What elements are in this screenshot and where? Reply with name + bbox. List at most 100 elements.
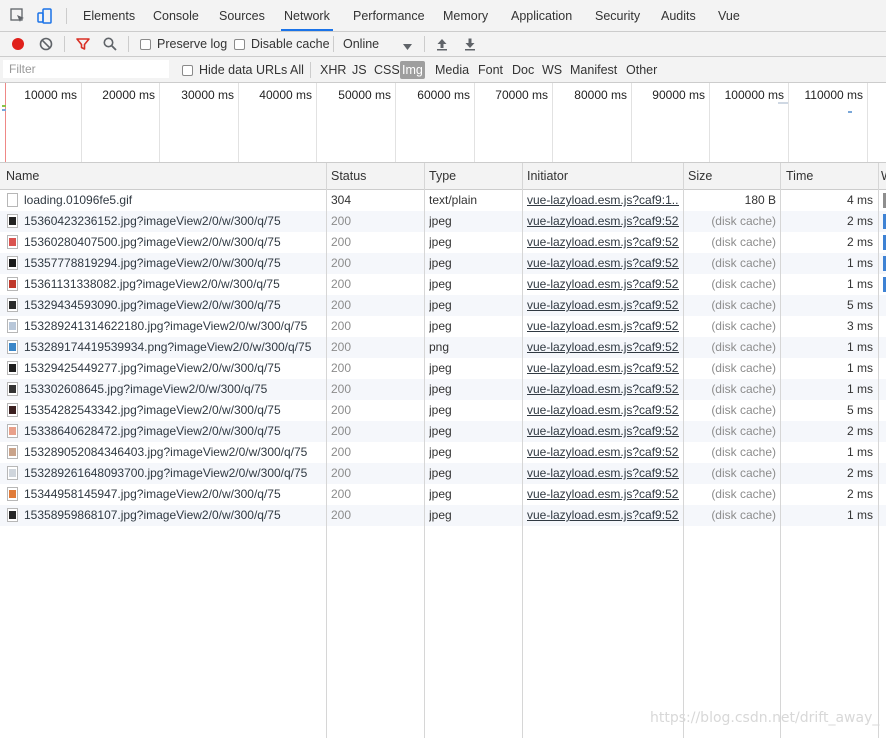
column-header-type[interactable]: Type <box>429 163 519 189</box>
table-row[interactable]: 15360423236152.jpg?imageView2/0/w/300/q/… <box>0 211 886 232</box>
checkbox-box[interactable] <box>140 38 151 50</box>
tab-network[interactable]: Network <box>281 0 333 31</box>
export-har-icon[interactable] <box>462 36 478 52</box>
table-row[interactable]: 153289174419539934.png?imageView2/0/w/30… <box>0 337 886 358</box>
image-thumbnail-icon <box>7 235 18 249</box>
table-row[interactable]: 153302608645.jpg?imageView2/0/w/300/q/75… <box>0 379 886 400</box>
column-divider[interactable] <box>522 163 523 738</box>
checkbox-box[interactable] <box>234 38 245 50</box>
search-icon[interactable] <box>102 36 118 52</box>
column-divider[interactable] <box>780 163 781 738</box>
column-header-initiator[interactable]: Initiator <box>527 163 679 189</box>
request-initiator-link[interactable]: vue-lazyload.esm.js?caf9:529 <box>527 400 679 421</box>
table-row[interactable]: loading.01096fe5.gif 304 text/plain vue-laz… <box>0 190 886 211</box>
request-type: jpeg <box>429 214 452 228</box>
request-initiator-link[interactable]: vue-lazyload.esm.js?caf9:529 <box>527 232 679 253</box>
filter-type-all[interactable]: All <box>288 61 306 79</box>
request-initiator-link[interactable]: vue-lazyload.esm.js?caf9:529 <box>527 379 679 400</box>
timeline-label: 40000 ms <box>259 88 312 102</box>
filter-icon[interactable] <box>75 36 91 52</box>
column-header-name[interactable]: Name <box>6 163 324 189</box>
request-initiator-link[interactable]: vue-lazyload.esm.js?caf9:529 <box>527 505 679 526</box>
device-toolbar-icon[interactable] <box>36 7 54 25</box>
filter-type-css[interactable]: CSS <box>372 61 402 79</box>
timeline-gridline <box>631 83 632 162</box>
table-row[interactable]: 15329425449277.jpg?imageView2/0/w/300/q/… <box>0 358 886 379</box>
filter-input[interactable] <box>3 60 169 78</box>
request-initiator-link[interactable]: vue-lazyload.esm.js?caf9:529 <box>527 442 679 463</box>
tab-security[interactable]: Security <box>595 0 640 31</box>
request-size: 180 B <box>744 193 776 207</box>
request-status: 304 <box>331 193 352 207</box>
tab-vue[interactable]: Vue <box>718 0 740 31</box>
disable-cache-checkbox[interactable]: Disable cache <box>234 32 330 56</box>
filter-type-media[interactable]: Media <box>433 61 471 79</box>
clear-icon[interactable] <box>38 36 54 52</box>
timeline-label: 70000 ms <box>495 88 548 102</box>
table-row[interactable]: 15329434593090.jpg?imageView2/0/w/300/q/… <box>0 295 886 316</box>
tab-performance[interactable]: Performance <box>353 0 425 31</box>
request-initiator-link[interactable]: vue-lazyload.esm.js?caf9:529 <box>527 421 679 442</box>
tab-application[interactable]: Application <box>511 0 572 31</box>
table-row[interactable]: 15360280407500.jpg?imageView2/0/w/300/q/… <box>0 232 886 253</box>
table-row[interactable]: 15344958145947.jpg?imageView2/0/w/300/q/… <box>0 484 886 505</box>
timeline-gridline <box>867 83 868 162</box>
table-row[interactable]: 15338640628472.jpg?imageView2/0/w/300/q/… <box>0 421 886 442</box>
table-row[interactable]: 153289052084346403.jpg?imageView2/0/w/30… <box>0 442 886 463</box>
request-initiator-link[interactable]: vue-lazyload.esm.js?caf9:529 <box>527 463 679 484</box>
tab-console[interactable]: Console <box>153 0 199 31</box>
column-header-size[interactable]: Size <box>688 163 778 189</box>
request-initiator-link[interactable]: vue-lazyload.esm.js?caf9:529 <box>527 484 679 505</box>
hide-data-urls-checkbox[interactable]: Hide data URLs <box>182 57 287 83</box>
column-divider[interactable] <box>878 163 879 738</box>
filter-type-xhr[interactable]: XHR <box>318 61 348 79</box>
request-initiator-link[interactable]: vue-lazyload.esm.js?caf9:1... <box>527 190 679 211</box>
filter-type-manifest[interactable]: Manifest <box>568 61 619 79</box>
request-size: (disk cache) <box>711 382 776 396</box>
image-thumbnail-icon <box>7 403 18 417</box>
column-divider[interactable] <box>683 163 684 738</box>
filter-type-img[interactable]: Img <box>400 61 425 79</box>
throttling-select[interactable]: Online <box>343 32 415 56</box>
request-initiator-link[interactable]: vue-lazyload.esm.js?caf9:529 <box>527 274 679 295</box>
timeline-label: 10000 ms <box>24 88 77 102</box>
request-initiator-link[interactable]: vue-lazyload.esm.js?caf9:529 <box>527 316 679 337</box>
table-row[interactable]: 15354282543342.jpg?imageView2/0/w/300/q/… <box>0 400 886 421</box>
tab-elements[interactable]: Elements <box>83 0 135 31</box>
tab-sources[interactable]: Sources <box>219 0 265 31</box>
request-time: 1 ms <box>846 361 873 375</box>
record-icon[interactable] <box>10 36 26 52</box>
table-row[interactable]: 15357778819294.jpg?imageView2/0/w/300/q/… <box>0 253 886 274</box>
tab-audits[interactable]: Audits <box>661 0 696 31</box>
load-event-line <box>5 83 6 162</box>
request-bar <box>2 109 6 111</box>
request-initiator-link[interactable]: vue-lazyload.esm.js?caf9:529 <box>527 337 679 358</box>
table-row[interactable]: 153289261648093700.jpg?imageView2/0/w/30… <box>0 463 886 484</box>
request-name: 153289241314622180.jpg?imageView2/0/w/30… <box>24 319 308 333</box>
import-har-icon[interactable] <box>434 36 450 52</box>
filter-type-js[interactable]: JS <box>350 61 369 79</box>
column-divider[interactable] <box>326 163 327 738</box>
request-initiator-link[interactable]: vue-lazyload.esm.js?caf9:529 <box>527 295 679 316</box>
table-row[interactable]: 15358959868107.jpg?imageView2/0/w/300/q/… <box>0 505 886 526</box>
column-header-time[interactable]: Time <box>786 163 876 189</box>
request-type: jpeg <box>429 256 452 270</box>
network-overview-timeline[interactable]: 10000 ms 20000 ms 30000 ms 40000 ms 50000 ms… <box>0 83 886 163</box>
filter-type-ws[interactable]: WS <box>540 61 564 79</box>
tab-memory[interactable]: Memory <box>443 0 488 31</box>
column-divider[interactable] <box>424 163 425 738</box>
checkbox-box[interactable] <box>182 64 193 76</box>
filter-type-doc[interactable]: Doc <box>510 61 536 79</box>
request-status: 200 <box>331 382 352 396</box>
preserve-log-checkbox[interactable]: Preserve log <box>140 32 227 56</box>
inspect-element-icon[interactable] <box>9 7 27 25</box>
table-row[interactable]: 15361131338082.jpg?imageView2/0/w/300/q/… <box>0 274 886 295</box>
column-header-status[interactable]: Status <box>331 163 421 189</box>
filter-type-other[interactable]: Other <box>624 61 659 79</box>
table-row[interactable]: 153289241314622180.jpg?imageView2/0/w/30… <box>0 316 886 337</box>
column-header-waterfall[interactable]: W <box>881 163 886 189</box>
request-initiator-link[interactable]: vue-lazyload.esm.js?caf9:529 <box>527 253 679 274</box>
filter-type-font[interactable]: Font <box>476 61 505 79</box>
request-initiator-link[interactable]: vue-lazyload.esm.js?caf9:529 <box>527 358 679 379</box>
request-initiator-link[interactable]: vue-lazyload.esm.js?caf9:529 <box>527 211 679 232</box>
